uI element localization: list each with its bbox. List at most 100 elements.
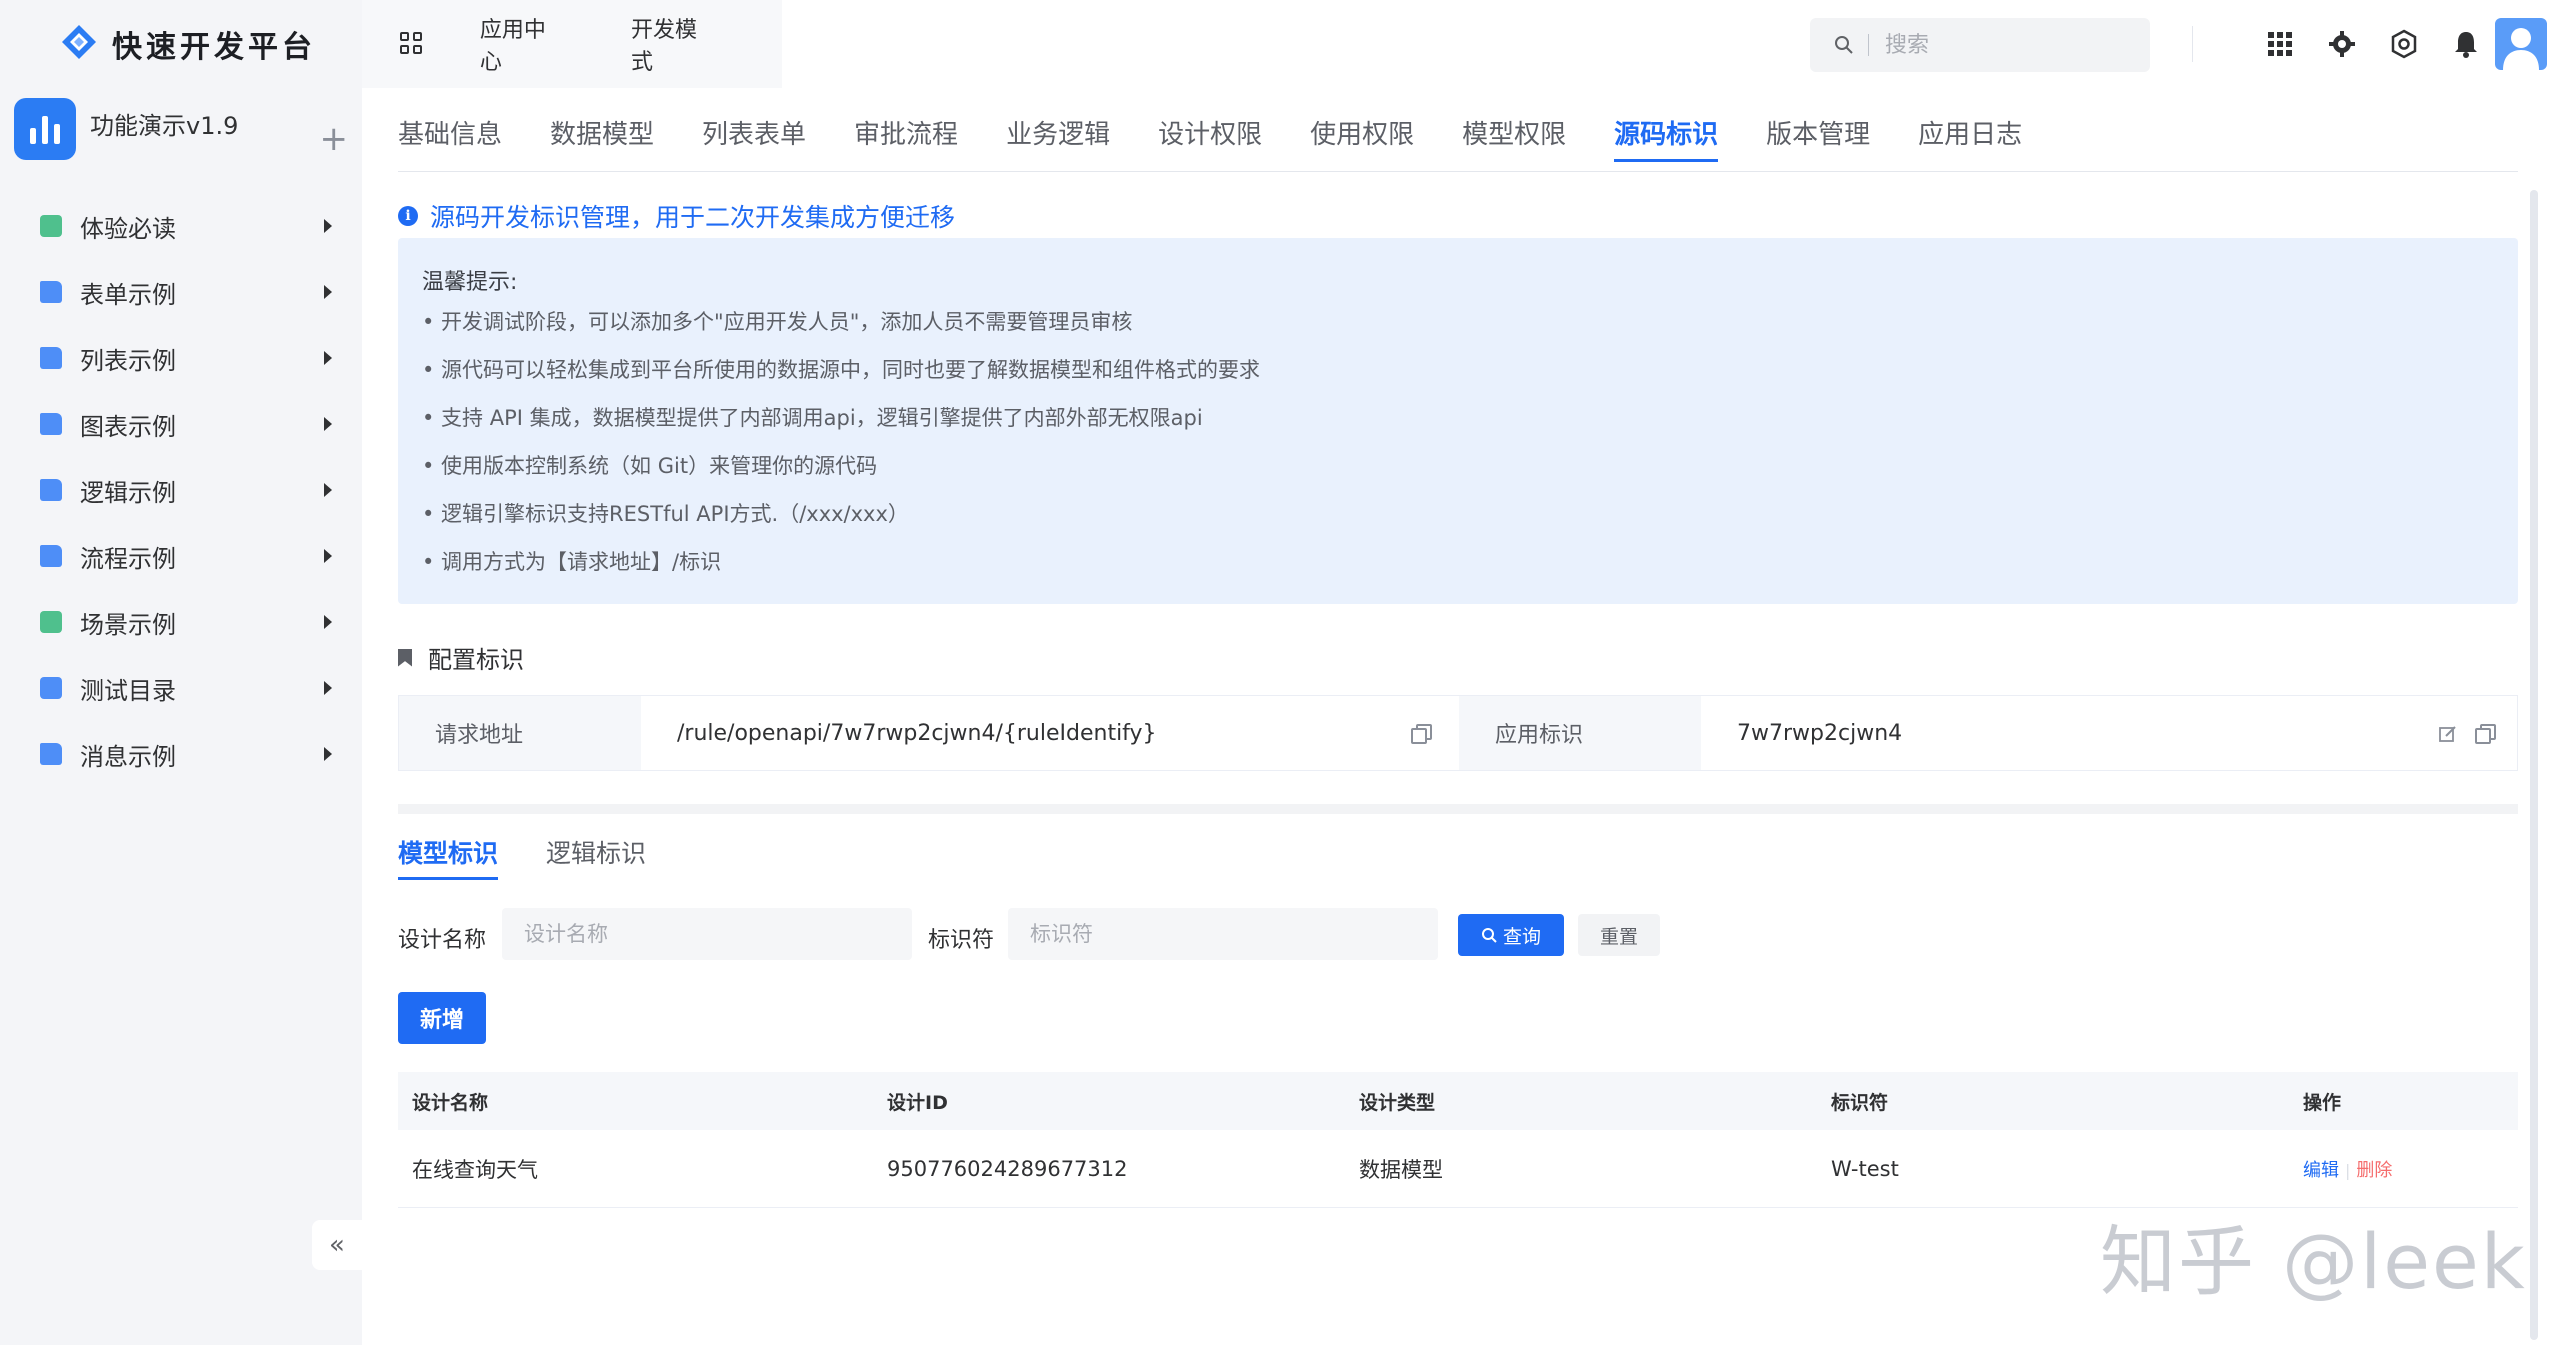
sidebar-menu: 体验必读 表单示例 列表示例 图表示例 逻辑示例 流程示例 场景示例 测试目录 …: [0, 193, 362, 787]
copy-app-identifier-icon[interactable]: [2475, 724, 2496, 744]
caret-right-icon: [324, 285, 332, 299]
section-divider: [398, 804, 2518, 814]
doc-blue-icon: [40, 677, 62, 699]
tab-business-logic[interactable]: 业务逻辑: [1006, 88, 1110, 172]
sidebar-item-6[interactable]: 场景示例: [0, 589, 362, 655]
design-name-input[interactable]: [502, 908, 912, 960]
apps-dots-icon[interactable]: [2264, 28, 2296, 60]
sidebar-item-label: 图表示例: [80, 412, 176, 441]
app-tabs: 基础信息 数据模型 列表表单 审批流程 业务逻辑 设计权限 使用权限 模型权限 …: [398, 88, 2518, 172]
toolbar-divider: [2192, 26, 2193, 62]
identifier-label: 标识符: [928, 928, 995, 953]
column-header: 设计类型: [1359, 1091, 1436, 1114]
app-chart-icon: [14, 98, 76, 160]
sidebar-item-label: 消息示例: [80, 742, 176, 771]
app-name: 功能演示v1.9: [90, 112, 239, 140]
table-row: 在线查询天气 950776024289677312 数据模型 W-test 编辑…: [398, 1130, 2518, 1208]
sidebar-item-1[interactable]: 表单示例: [0, 259, 362, 325]
tab-model-permission[interactable]: 模型权限: [1462, 88, 1566, 172]
sidebar-item-label: 流程示例: [80, 544, 176, 573]
caret-right-icon: [324, 219, 332, 233]
tab-source-identifier[interactable]: 源码标识: [1614, 88, 1719, 172]
cell-design-name: 在线查询天气: [412, 1157, 538, 1182]
identifier-tabs: 模型标识 逻辑标识: [398, 830, 694, 880]
edit-row-link[interactable]: 编辑: [2303, 1160, 2339, 1181]
search-icon: [1834, 35, 1854, 55]
tab-version-management[interactable]: 版本管理: [1766, 88, 1870, 172]
tab-list-form[interactable]: 列表表单: [702, 88, 806, 172]
table-header: 设计名称 设计ID 设计类型 标识符 操作: [398, 1072, 2518, 1130]
delete-row-link[interactable]: 删除: [2356, 1160, 2392, 1181]
sidebar-item-0[interactable]: 体验必读: [0, 193, 362, 259]
app-identifier-value: 7w7rwp2cjwn4: [1737, 720, 1903, 746]
reset-button[interactable]: 重置: [1578, 914, 1660, 956]
column-header: 操作: [2303, 1091, 2342, 1114]
tips-heading: 温馨提示:: [422, 270, 518, 295]
apps-grid-icon[interactable]: [400, 32, 422, 56]
copy-request-url-icon[interactable]: [1411, 724, 1432, 744]
add-button[interactable]: 新增: [398, 992, 486, 1044]
user-avatar[interactable]: [2495, 18, 2547, 70]
doc-green-icon: [40, 611, 62, 633]
column-header: 设计ID: [887, 1091, 948, 1114]
sidebar-item-8[interactable]: 消息示例: [0, 721, 362, 787]
tip-line: • 源代码可以轻松集成到平台所使用的数据源中，同时也要了解数据模型和组件格式的要…: [422, 358, 1261, 382]
settings-gear-icon[interactable]: [2326, 28, 2358, 60]
request-url-cell: /rule/openapi/7w7rwp2cjwn4/{ruleIdentify…: [641, 696, 1459, 770]
tip-line: • 支持 API 集成，数据模型提供了内部调用api，逻辑引擎提供了内部外部无权…: [422, 406, 1203, 430]
tab-data-model[interactable]: 数据模型: [550, 88, 654, 172]
caret-right-icon: [324, 549, 332, 563]
sidebar-item-4[interactable]: 逻辑示例: [0, 457, 362, 523]
sidebar-item-label: 表单示例: [80, 280, 176, 309]
column-header: 标识符: [1831, 1091, 1889, 1114]
config-table: 请求地址 /rule/openapi/7w7rwp2cjwn4/{ruleIde…: [398, 695, 2518, 771]
tab-approval-flow[interactable]: 审批流程: [854, 88, 958, 172]
edit-icon[interactable]: [2439, 724, 2457, 742]
query-button[interactable]: 查询: [1458, 914, 1564, 956]
tab-use-permission[interactable]: 使用权限: [1310, 88, 1414, 172]
notification-bell-icon[interactable]: [2450, 28, 2482, 60]
config-section-title: 配置标识: [428, 646, 524, 674]
nav-dev-mode[interactable]: 开发模式: [631, 12, 704, 76]
bookmark-icon: [398, 648, 412, 667]
config-gear-icon[interactable]: [2388, 28, 2420, 60]
add-app-icon[interactable]: +: [320, 122, 349, 156]
search-box[interactable]: [1810, 18, 2150, 72]
collapse-sidebar-button[interactable]: «: [312, 1220, 362, 1270]
sidebar-item-3[interactable]: 图表示例: [0, 391, 362, 457]
request-url-label: 请求地址: [399, 696, 641, 770]
page-scrollbar[interactable]: [2530, 190, 2538, 1340]
sidebar-item-7[interactable]: 测试目录: [0, 655, 362, 721]
caret-right-icon: [324, 483, 332, 497]
tab-model-identifier[interactable]: 模型标识: [398, 830, 499, 880]
nav-app-center[interactable]: 应用中心: [480, 12, 553, 76]
tab-logic-identifier[interactable]: 逻辑标识: [546, 830, 646, 880]
caret-right-icon: [324, 351, 332, 365]
query-button-label: 查询: [1502, 926, 1541, 948]
tab-design-permission[interactable]: 设计权限: [1158, 88, 1262, 172]
search-divider: [1868, 34, 1869, 56]
config-section-header: 配置标识: [398, 640, 524, 675]
folder-icon: [40, 545, 62, 567]
info-banner: i 源码开发标识管理，用于二次开发集成方便迁移: [398, 198, 955, 234]
folder-icon: [40, 479, 62, 501]
app-identifier-cell: 7w7rwp2cjwn4: [1701, 696, 2517, 770]
sidebar-item-2[interactable]: 列表示例: [0, 325, 362, 391]
tab-basic-info[interactable]: 基础信息: [398, 88, 502, 172]
sidebar-item-label: 体验必读: [80, 214, 176, 243]
brand-logo[interactable]: 快速开发平台: [0, 0, 362, 88]
sidebar-item-5[interactable]: 流程示例: [0, 523, 362, 589]
tips-panel: 温馨提示: • 开发调试阶段，可以添加多个"应用开发人员"，添加人员不需要管理员…: [398, 238, 2518, 604]
folder-icon: [40, 743, 62, 765]
search-icon: [1481, 928, 1497, 943]
identifier-input[interactable]: [1008, 908, 1438, 960]
app-identifier-label: 应用标识: [1459, 696, 1701, 770]
search-input[interactable]: [1885, 32, 2105, 58]
design-name-label: 设计名称: [398, 928, 487, 953]
caret-right-icon: [324, 417, 332, 431]
sidebar-item-label: 逻辑示例: [80, 478, 176, 507]
caret-right-icon: [324, 747, 332, 761]
folder-icon: [40, 347, 62, 369]
tab-app-log[interactable]: 应用日志: [1918, 88, 2022, 172]
app-card[interactable]: 功能演示v1.9 +: [14, 98, 352, 170]
